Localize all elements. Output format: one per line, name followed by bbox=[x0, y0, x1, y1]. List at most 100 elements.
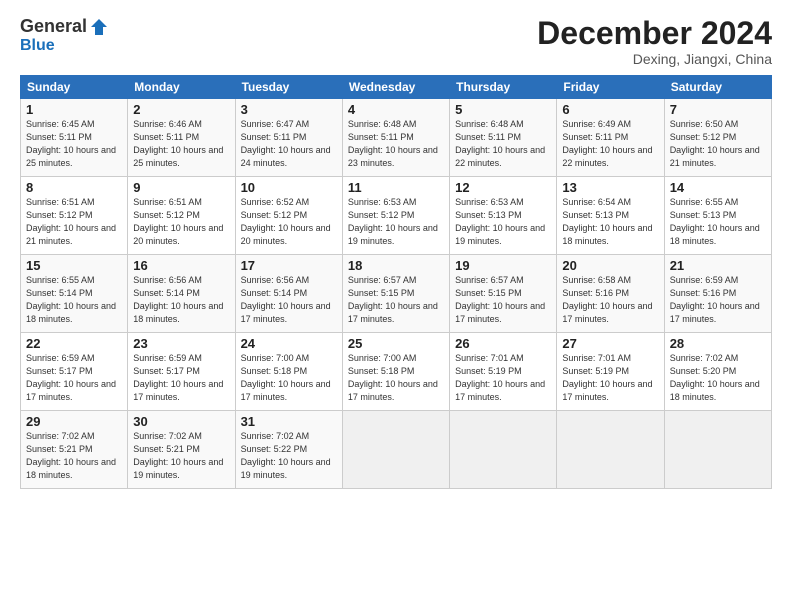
calendar-cell: 26 Sunrise: 7:01 AMSunset: 5:19 PMDayligh… bbox=[450, 333, 557, 411]
month-title: December 2024 bbox=[537, 16, 772, 51]
day-info: Sunrise: 6:51 AMSunset: 5:12 PMDaylight:… bbox=[26, 197, 116, 246]
day-number: 20 bbox=[562, 258, 658, 273]
calendar-cell: 29 Sunrise: 7:02 AMSunset: 5:21 PMDayligh… bbox=[21, 411, 128, 489]
day-number: 14 bbox=[670, 180, 766, 195]
day-number: 22 bbox=[26, 336, 122, 351]
day-info: Sunrise: 7:02 AMSunset: 5:21 PMDaylight:… bbox=[26, 431, 116, 480]
day-info: Sunrise: 7:02 AMSunset: 5:20 PMDaylight:… bbox=[670, 353, 760, 402]
calendar-cell: 12Sunrise: 6:53 AMSunset: 5:13 PMDayligh… bbox=[450, 177, 557, 255]
day-number: 6 bbox=[562, 102, 658, 117]
day-number: 30 bbox=[133, 414, 229, 429]
day-info: Sunrise: 6:47 AMSunset: 5:11 PMDaylight:… bbox=[241, 119, 331, 168]
calendar-cell: 2 Sunrise: 6:46 AMSunset: 5:11 PMDaylight… bbox=[128, 99, 235, 177]
calendar-cell: 24Sunrise: 7:00 AMSunset: 5:18 PMDayligh… bbox=[235, 333, 342, 411]
calendar-cell bbox=[664, 411, 771, 489]
calendar-cell bbox=[557, 411, 664, 489]
day-info: Sunrise: 7:00 AMSunset: 5:18 PMDaylight:… bbox=[241, 353, 331, 402]
day-number: 19 bbox=[455, 258, 551, 273]
calendar-cell: 27 Sunrise: 7:01 AMSunset: 5:19 PMDayligh… bbox=[557, 333, 664, 411]
day-number: 21 bbox=[670, 258, 766, 273]
day-header: Saturday bbox=[664, 76, 771, 99]
day-number: 16 bbox=[133, 258, 229, 273]
day-header: Thursday bbox=[450, 76, 557, 99]
day-number: 26 bbox=[455, 336, 551, 351]
calendar-cell: 25 Sunrise: 7:00 AMSunset: 5:18 PMDayligh… bbox=[342, 333, 449, 411]
day-number: 10 bbox=[241, 180, 337, 195]
calendar-cell: 17Sunrise: 6:56 AMSunset: 5:14 PMDayligh… bbox=[235, 255, 342, 333]
day-info: Sunrise: 6:58 AMSunset: 5:16 PMDaylight:… bbox=[562, 275, 652, 324]
calendar-cell: 15Sunrise: 6:55 AMSunset: 5:14 PMDayligh… bbox=[21, 255, 128, 333]
calendar-cell: 10Sunrise: 6:52 AMSunset: 5:12 PMDayligh… bbox=[235, 177, 342, 255]
calendar-cell: 31 Sunrise: 7:02 AMSunset: 5:22 PMDayligh… bbox=[235, 411, 342, 489]
day-number: 2 bbox=[133, 102, 229, 117]
day-number: 17 bbox=[241, 258, 337, 273]
day-info: Sunrise: 7:02 AMSunset: 5:22 PMDaylight:… bbox=[241, 431, 331, 480]
calendar-cell: 8 Sunrise: 6:51 AMSunset: 5:12 PMDaylight… bbox=[21, 177, 128, 255]
calendar-cell: 30Sunrise: 7:02 AMSunset: 5:21 PMDayligh… bbox=[128, 411, 235, 489]
day-header: Tuesday bbox=[235, 76, 342, 99]
day-number: 23 bbox=[133, 336, 229, 351]
day-number: 3 bbox=[241, 102, 337, 117]
day-info: Sunrise: 6:59 AMSunset: 5:17 PMDaylight:… bbox=[133, 353, 223, 402]
logo-general: General bbox=[20, 16, 87, 37]
calendar-cell: 13Sunrise: 6:54 AMSunset: 5:13 PMDayligh… bbox=[557, 177, 664, 255]
day-info: Sunrise: 6:53 AMSunset: 5:12 PMDaylight:… bbox=[348, 197, 438, 246]
day-info: Sunrise: 6:48 AMSunset: 5:11 PMDaylight:… bbox=[348, 119, 438, 168]
day-number: 4 bbox=[348, 102, 444, 117]
day-info: Sunrise: 6:45 AMSunset: 5:11 PMDaylight:… bbox=[26, 119, 116, 168]
day-info: Sunrise: 6:59 AMSunset: 5:16 PMDaylight:… bbox=[670, 275, 760, 324]
calendar-cell: 7Sunrise: 6:50 AMSunset: 5:12 PMDaylight… bbox=[664, 99, 771, 177]
day-info: Sunrise: 7:01 AMSunset: 5:19 PMDaylight:… bbox=[562, 353, 652, 402]
day-number: 5 bbox=[455, 102, 551, 117]
calendar-cell: 9 Sunrise: 6:51 AMSunset: 5:12 PMDaylight… bbox=[128, 177, 235, 255]
day-info: Sunrise: 7:01 AMSunset: 5:19 PMDaylight:… bbox=[455, 353, 545, 402]
day-header: Monday bbox=[128, 76, 235, 99]
day-info: Sunrise: 6:56 AMSunset: 5:14 PMDaylight:… bbox=[133, 275, 223, 324]
day-info: Sunrise: 6:48 AMSunset: 5:11 PMDaylight:… bbox=[455, 119, 545, 168]
title-block: December 2024 Dexing, Jiangxi, China bbox=[537, 16, 772, 67]
day-info: Sunrise: 6:46 AMSunset: 5:11 PMDaylight:… bbox=[133, 119, 223, 168]
day-number: 28 bbox=[670, 336, 766, 351]
calendar-cell: 28 Sunrise: 7:02 AMSunset: 5:20 PMDayligh… bbox=[664, 333, 771, 411]
calendar-cell: 14 Sunrise: 6:55 AMSunset: 5:13 PMDayligh… bbox=[664, 177, 771, 255]
calendar-table: SundayMondayTuesdayWednesdayThursdayFrid… bbox=[20, 75, 772, 489]
location: Dexing, Jiangxi, China bbox=[537, 51, 772, 67]
day-number: 9 bbox=[133, 180, 229, 195]
day-info: Sunrise: 6:57 AMSunset: 5:15 PMDaylight:… bbox=[455, 275, 545, 324]
calendar-cell: 19 Sunrise: 6:57 AMSunset: 5:15 PMDayligh… bbox=[450, 255, 557, 333]
calendar-page: General Blue December 2024 Dexing, Jiang… bbox=[0, 0, 792, 612]
day-info: Sunrise: 6:50 AMSunset: 5:12 PMDaylight:… bbox=[670, 119, 760, 168]
day-number: 29 bbox=[26, 414, 122, 429]
day-info: Sunrise: 6:59 AMSunset: 5:17 PMDaylight:… bbox=[26, 353, 116, 402]
day-info: Sunrise: 6:55 AMSunset: 5:13 PMDaylight:… bbox=[670, 197, 760, 246]
day-number: 31 bbox=[241, 414, 337, 429]
day-number: 18 bbox=[348, 258, 444, 273]
header: General Blue December 2024 Dexing, Jiang… bbox=[20, 16, 772, 67]
day-info: Sunrise: 6:57 AMSunset: 5:15 PMDaylight:… bbox=[348, 275, 438, 324]
calendar-cell: 1 Sunrise: 6:45 AMSunset: 5:11 PMDaylight… bbox=[21, 99, 128, 177]
calendar-cell: 22 Sunrise: 6:59 AMSunset: 5:17 PMDayligh… bbox=[21, 333, 128, 411]
day-number: 1 bbox=[26, 102, 122, 117]
day-header: Sunday bbox=[21, 76, 128, 99]
day-info: Sunrise: 6:51 AMSunset: 5:12 PMDaylight:… bbox=[133, 197, 223, 246]
day-number: 15 bbox=[26, 258, 122, 273]
calendar-cell: 6 Sunrise: 6:49 AMSunset: 5:11 PMDaylight… bbox=[557, 99, 664, 177]
logo: General Blue bbox=[20, 16, 109, 55]
calendar-cell: 3 Sunrise: 6:47 AMSunset: 5:11 PMDaylight… bbox=[235, 99, 342, 177]
day-number: 11 bbox=[348, 180, 444, 195]
calendar-cell: 21 Sunrise: 6:59 AMSunset: 5:16 PMDayligh… bbox=[664, 255, 771, 333]
day-number: 12 bbox=[455, 180, 551, 195]
day-number: 8 bbox=[26, 180, 122, 195]
day-header: Friday bbox=[557, 76, 664, 99]
day-number: 25 bbox=[348, 336, 444, 351]
calendar-cell: 11 Sunrise: 6:53 AMSunset: 5:12 PMDayligh… bbox=[342, 177, 449, 255]
day-header: Wednesday bbox=[342, 76, 449, 99]
day-info: Sunrise: 6:49 AMSunset: 5:11 PMDaylight:… bbox=[562, 119, 652, 168]
day-number: 27 bbox=[562, 336, 658, 351]
calendar-cell: 18 Sunrise: 6:57 AMSunset: 5:15 PMDayligh… bbox=[342, 255, 449, 333]
calendar-cell bbox=[450, 411, 557, 489]
calendar-cell: 4 Sunrise: 6:48 AMSunset: 5:11 PMDaylight… bbox=[342, 99, 449, 177]
logo-blue: Blue bbox=[20, 37, 55, 55]
logo-icon bbox=[89, 17, 109, 37]
day-info: Sunrise: 7:00 AMSunset: 5:18 PMDaylight:… bbox=[348, 353, 438, 402]
